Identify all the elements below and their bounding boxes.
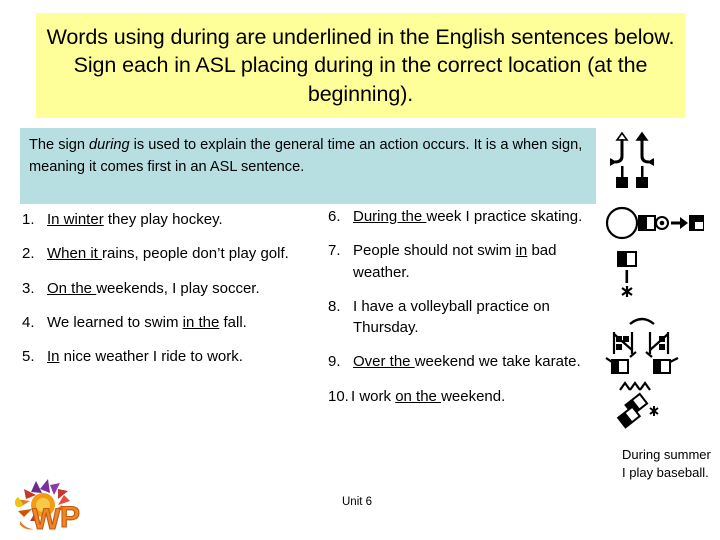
list-item-text: I have a volleyball practice on Thursday… bbox=[353, 296, 600, 339]
title-banner: Words using during are underlined in the… bbox=[36, 13, 685, 118]
info-italic-during: during bbox=[89, 137, 130, 153]
sentence-rest: weekend. bbox=[441, 387, 506, 405]
list-item-number: 6. bbox=[328, 208, 341, 225]
sentence-rest: weekend we take karate. bbox=[414, 353, 581, 371]
info-callout-text: The sign during is used to explain the g… bbox=[29, 134, 587, 178]
sentence-lead: People should not swim bbox=[353, 242, 516, 260]
page-title: Words using during are underlined in the… bbox=[46, 24, 675, 106]
list-item: 7. People should not swim in bad weather… bbox=[328, 240, 600, 283]
list-item-number: 2. bbox=[22, 245, 35, 263]
sentence-rest: they play hockey. bbox=[103, 211, 223, 228]
list-item: 5. In nice weather I ride to work. bbox=[22, 346, 322, 367]
list-item-number: 9. bbox=[328, 353, 341, 371]
list-item-text: We learned to swim in the fall. bbox=[47, 312, 322, 333]
underlined-phrase: in bbox=[515, 242, 528, 260]
list-item-text: In nice weather I ride to work. bbox=[47, 346, 322, 367]
list-item-text: On the weekends, I play soccer. bbox=[47, 278, 322, 299]
underlined-phrase: In winter bbox=[47, 211, 104, 228]
signwriting-glyph-during-icon bbox=[607, 131, 663, 196]
list-item-text: Over the weekend we take karate. bbox=[353, 351, 600, 372]
signwriting-glyph-contact-icon bbox=[612, 250, 644, 307]
sentence-lead: I work bbox=[351, 387, 396, 405]
list-item-number: 8. bbox=[328, 297, 341, 315]
wp-logo: W P bbox=[6, 477, 94, 537]
svg-text:W: W bbox=[32, 503, 61, 535]
list-item-text: During the week I practice skating. bbox=[353, 206, 600, 227]
underlined-phrase: When it bbox=[47, 245, 103, 263]
sentence-rest: rains, people don’t play golf. bbox=[102, 245, 289, 263]
list-item-text: I work on the weekend. bbox=[351, 386, 600, 407]
list-item-text: In winter they play hockey. bbox=[47, 209, 322, 230]
list-item-text: People should not swim in bad weather. bbox=[353, 240, 600, 283]
list-item-number: 5. bbox=[22, 348, 35, 366]
underlined-phrase: During the bbox=[353, 208, 427, 225]
list-item: 10. I work on the weekend. bbox=[328, 386, 600, 407]
unit-label: Unit 6 bbox=[342, 496, 373, 508]
list-item: 6. During the week I practice skating. bbox=[328, 206, 600, 227]
sentence-lead: We learned to swim bbox=[47, 313, 183, 331]
sentence-rest: weekends, I play soccer. bbox=[96, 279, 260, 297]
list-item: 2. When it rains, people don’t play golf… bbox=[22, 243, 322, 264]
info-part-1: The sign bbox=[29, 137, 90, 153]
list-item-text: When it rains, people don’t play golf. bbox=[47, 243, 322, 264]
sentence-rest: fall. bbox=[219, 313, 247, 331]
list-item-number: 4. bbox=[22, 313, 35, 331]
svg-text:P: P bbox=[60, 501, 80, 534]
list-item-number: 1. bbox=[22, 211, 35, 228]
signwriting-glyph-head-hand-icon bbox=[604, 206, 705, 245]
underlined-phrase: In bbox=[47, 348, 60, 366]
list-item: 4. We learned to swim in the fall. bbox=[22, 312, 322, 333]
underlined-phrase: On the bbox=[47, 279, 97, 297]
slide-canvas: Words using during are underlined in the… bbox=[0, 0, 720, 540]
list-item-number: 3. bbox=[22, 279, 35, 297]
sentence-rest: week I practice skating. bbox=[426, 208, 583, 225]
signwriting-glyph-summer-icon bbox=[612, 378, 668, 439]
signwriting-glyph-two-hands-icon bbox=[604, 312, 680, 383]
underlined-phrase: Over the bbox=[353, 353, 415, 371]
underlined-phrase: in the bbox=[182, 313, 220, 331]
list-item: 3. On the weekends, I play soccer. bbox=[22, 278, 322, 299]
info-part-2: is used to explain the general time an a… bbox=[129, 137, 513, 153]
list-item-number: 10. bbox=[328, 387, 349, 405]
list-item: 8. I have a volleyball practice on Thurs… bbox=[328, 296, 600, 339]
sentence-rest: I have a volleyball practice on Thursday… bbox=[353, 297, 550, 337]
sentence-list-right: 6. During the week I practice skating. 7… bbox=[328, 206, 600, 420]
sentence-rest: nice weather I ride to work. bbox=[59, 348, 243, 366]
sign-caption-text: During summer I play baseball. bbox=[622, 447, 711, 480]
sentence-list-left: 1. In winter they play hockey. 2. When i… bbox=[22, 209, 322, 380]
underlined-phrase: on the bbox=[395, 387, 442, 405]
list-item: 1. In winter they play hockey. bbox=[22, 209, 322, 230]
list-item-number: 7. bbox=[328, 242, 341, 260]
info-callout-box: The sign during is used to explain the g… bbox=[20, 128, 596, 204]
info-part-3: when bbox=[512, 137, 548, 153]
list-item: 9. Over the weekend we take karate. bbox=[328, 351, 600, 372]
